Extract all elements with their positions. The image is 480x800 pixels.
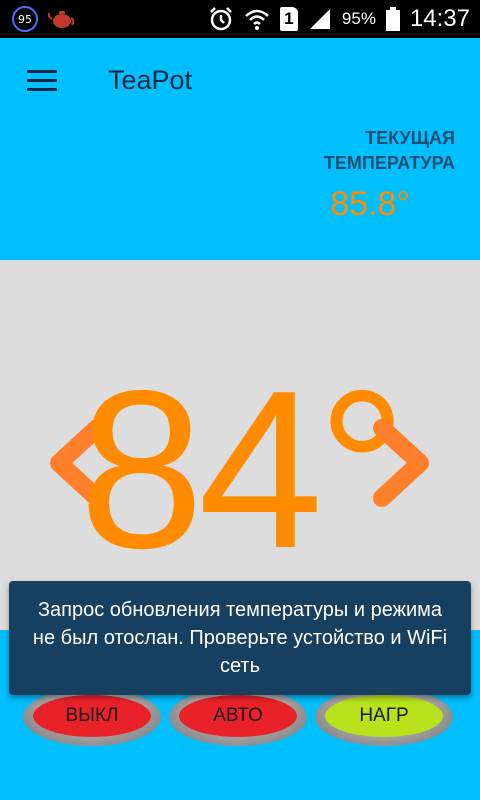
status-bar: 95 1 95% 14:37 xyxy=(0,0,480,38)
battery-icon xyxy=(385,7,400,31)
off-button[interactable]: ВЫКЛ xyxy=(23,688,161,746)
heat-button[interactable]: НАГР xyxy=(315,688,453,746)
chevron-right-icon[interactable] xyxy=(372,418,434,508)
status-left: 95 xyxy=(12,6,76,32)
app-bar: TeaPot xyxy=(0,38,480,124)
sim-icon: 1 xyxy=(279,7,298,31)
battery-percent: 95% xyxy=(341,9,376,28)
auto-button-label: АВТО xyxy=(179,695,297,737)
wifi-icon xyxy=(245,9,269,30)
target-panel: 84° xyxy=(0,260,480,630)
notification-badge: 95 xyxy=(12,6,38,32)
sim-number: 1 xyxy=(284,9,294,28)
off-button-label: ВЫКЛ xyxy=(33,695,151,737)
app-title: TeaPot xyxy=(108,65,193,95)
menu-icon[interactable] xyxy=(27,70,57,92)
signal-icon xyxy=(309,9,330,29)
current-temperature-label: ТЕКУЩАЯ ТЕМПЕРАТУРА xyxy=(323,128,455,173)
clock: 14:37 xyxy=(409,5,470,32)
current-temperature: ТЕКУЩАЯ ТЕМПЕРАТУРА 85.8° xyxy=(323,126,455,223)
toast-message: Запрос обновления температуры и режима н… xyxy=(9,581,471,695)
alarm-icon xyxy=(210,7,232,31)
auto-button[interactable]: АВТО xyxy=(169,688,307,746)
toast-text: Запрос обновления температуры и режима н… xyxy=(32,599,448,677)
current-temperature-value: 85.8° xyxy=(330,185,410,223)
heat-button-label: НАГР xyxy=(325,695,443,737)
status-right: 1 95% 14:37 xyxy=(208,0,470,38)
teapot-icon xyxy=(48,11,75,28)
